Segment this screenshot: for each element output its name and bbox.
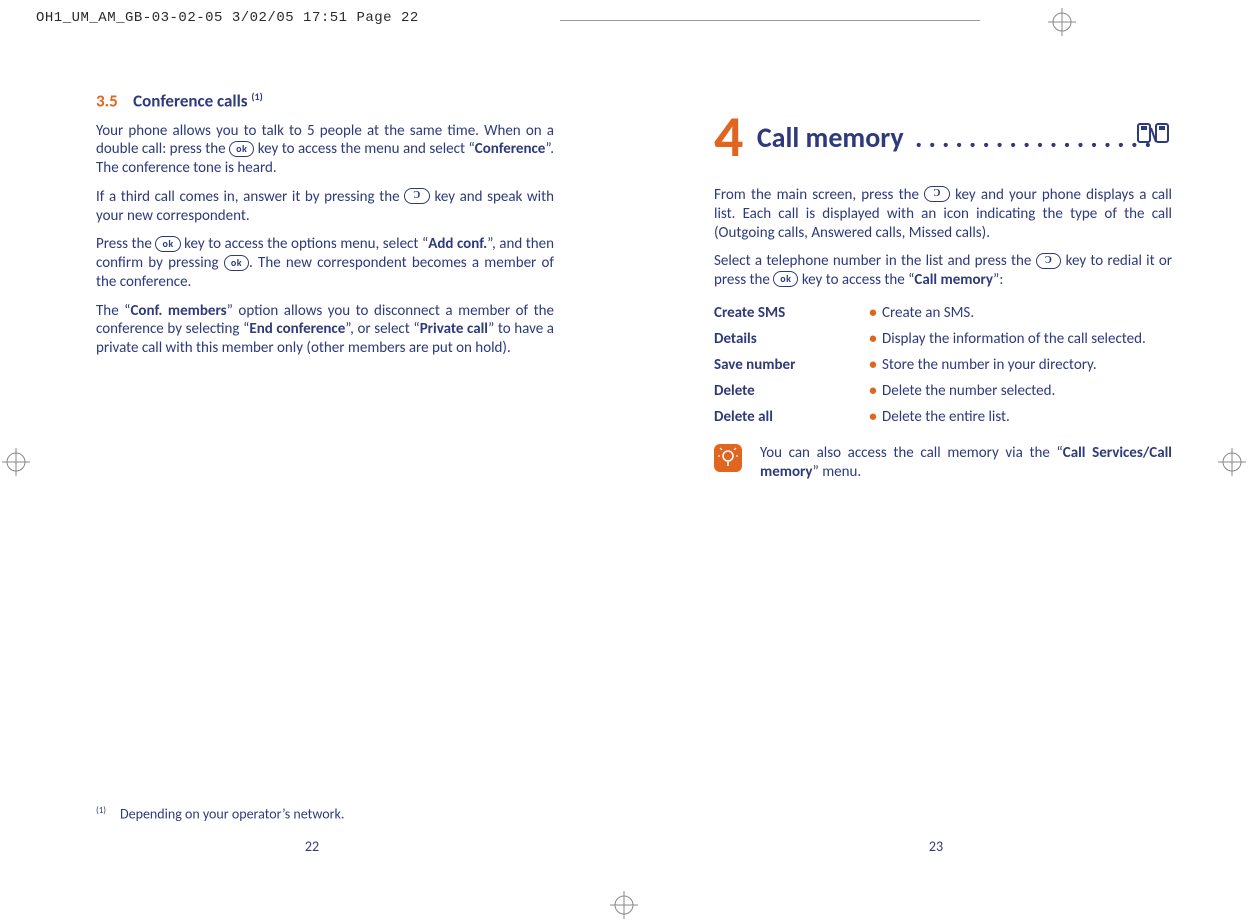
print-header: OH1_UM_AM_GB-03-02-05 3/02/05 17:51 Page… [36, 10, 419, 26]
leader-dots: .................. [915, 120, 1158, 155]
definition-term: Create SMS [714, 300, 864, 326]
definition-term: Save number [714, 352, 864, 378]
body-paragraph: If a third call comes in, answer it by p… [96, 188, 554, 226]
bullet-icon: • [864, 404, 882, 430]
call-key-icon: Ɔ [1036, 253, 1062, 269]
footnote-marker: (1) [96, 805, 106, 816]
footnote-text: Depending on your operator’s network. [120, 806, 344, 823]
page-number: 22 [305, 838, 319, 855]
tip-text: You can also access the call memory via … [760, 444, 1172, 482]
bullet-icon: • [864, 352, 882, 378]
tip-lightbulb-icon [714, 444, 742, 472]
definition-row: Delete•Delete the number selected. [714, 378, 1172, 404]
chapter-title: Call memory [757, 120, 904, 155]
body-paragraph: Your phone allows you to talk to 5 peopl… [96, 122, 554, 178]
definition-description: Delete the entire list. [882, 404, 1172, 430]
bullet-icon: • [864, 326, 882, 352]
ok-key-icon: ok [229, 141, 254, 157]
phone-books-icon [1136, 122, 1172, 151]
definition-description: Store the number in your directory. [882, 352, 1172, 378]
ok-key-icon: ok [773, 271, 798, 287]
definition-row: Save number•Store the number in your dir… [714, 352, 1172, 378]
ok-key-icon: ok [224, 255, 249, 271]
page-left: 3.5 Conference calls (1) Your phone allo… [0, 80, 624, 863]
footnote-ref: (1) [251, 90, 262, 103]
crop-line [560, 20, 980, 21]
bullet-icon: • [864, 378, 882, 404]
chapter-heading: 4 Call memory .................. [714, 108, 1172, 166]
definition-term: Details [714, 326, 864, 352]
section-heading: 3.5 Conference calls (1) [96, 90, 554, 112]
definition-list: Create SMS•Create an SMS.Details•Display… [714, 300, 1172, 430]
call-key-icon: Ɔ [924, 186, 950, 202]
tip-box: You can also access the call memory via … [714, 444, 1172, 482]
section-number: 3.5 [96, 91, 118, 112]
page-right: 4 Call memory .................. From th… [624, 80, 1248, 863]
definition-row: Details•Display the information of the c… [714, 326, 1172, 352]
chapter-number: 4 [714, 108, 743, 166]
page-spread: 3.5 Conference calls (1) Your phone allo… [0, 80, 1248, 863]
section-title: Conference calls [133, 91, 251, 112]
page-number: 23 [929, 838, 943, 855]
definition-row: Delete all•Delete the entire list. [714, 404, 1172, 430]
crop-mark-icon [610, 891, 638, 919]
body-paragraph: Select a telephone number in the list an… [714, 252, 1172, 290]
ok-key-icon: ok [155, 236, 180, 252]
definition-row: Create SMS•Create an SMS. [714, 300, 1172, 326]
call-key-icon: Ɔ [404, 188, 430, 204]
definition-term: Delete all [714, 404, 864, 430]
definition-description: Create an SMS. [882, 300, 1172, 326]
definition-description: Delete the number selected. [882, 378, 1172, 404]
crop-mark-icon [1048, 8, 1076, 36]
body-paragraph: The “Conf. members” option allows you to… [96, 302, 554, 358]
definition-term: Delete [714, 378, 864, 404]
definition-description: Display the information of the call sele… [882, 326, 1172, 352]
body-paragraph: Press the ok key to access the options m… [96, 235, 554, 291]
footnote: (1) Depending on your operator’s network. [96, 805, 344, 823]
body-paragraph: From the main screen, press the Ɔ key an… [714, 186, 1172, 242]
bullet-icon: • [864, 300, 882, 326]
